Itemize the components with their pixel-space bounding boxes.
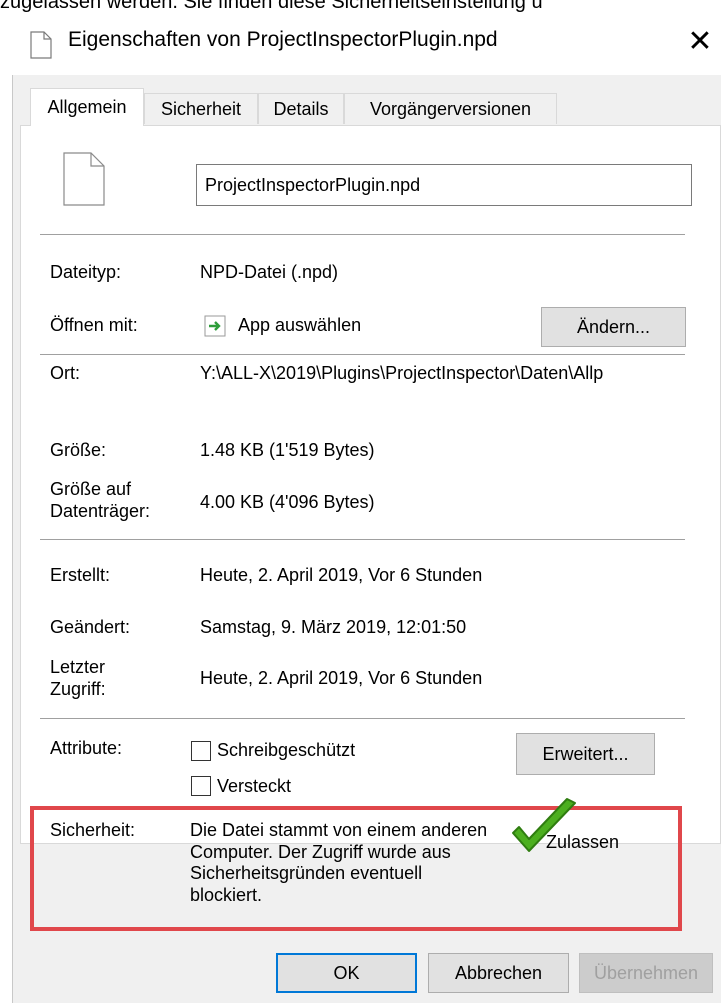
app-select-icon — [204, 315, 226, 337]
size-on-disk-value: 4.00 KB (4'096 Bytes) — [200, 492, 375, 512]
window-title: Eigenschaften von ProjectInspectorPlugin… — [68, 28, 498, 51]
modified-value: Samstag, 9. März 2019, 12:01:50 — [200, 617, 467, 637]
allow-label: Zulassen — [546, 832, 620, 852]
file-icon — [63, 152, 105, 206]
size-label: Größe: — [50, 440, 107, 460]
separator-4 — [40, 718, 685, 719]
tab-details[interactable]: Details — [258, 93, 344, 124]
created-value: Heute, 2. April 2019, Vor 6 Stunden — [200, 565, 483, 585]
hidden-checkbox[interactable] — [191, 776, 211, 796]
separator-2 — [40, 354, 685, 355]
change-button[interactable]: Ändern... — [541, 307, 686, 347]
close-icon[interactable]: ✕ — [682, 22, 718, 62]
readonly-label: Schreibgeschützt — [217, 740, 356, 760]
openwith-label: Öffnen mit: — [50, 315, 138, 335]
tab-sicherheit[interactable]: Sicherheit — [144, 93, 258, 124]
filetype-value: NPD-Datei (.npd) — [200, 262, 339, 282]
size-on-disk-label-line1: Größe auf — [50, 479, 132, 499]
openwith-value: App auswählen — [238, 315, 362, 335]
modified-label: Geändert: — [50, 617, 131, 637]
filename-field[interactable] — [196, 164, 692, 206]
location-label: Ort: — [50, 363, 80, 383]
separator-3 — [40, 539, 685, 540]
accessed-value: Heute, 2. April 2019, Vor 6 Stunden — [200, 668, 483, 688]
ok-button[interactable]: OK — [276, 953, 417, 993]
filetype-label: Dateityp: — [50, 262, 122, 282]
advanced-button[interactable]: Erweitert... — [516, 733, 655, 775]
tab-allgemein[interactable]: Allgemein — [30, 88, 144, 126]
size-on-disk-label: Größe auf Datenträger: — [50, 478, 150, 522]
cancel-button[interactable]: Abbrechen — [428, 953, 569, 993]
accessed-label: Letzter Zugriff: — [50, 656, 106, 700]
tab-strip: Allgemein Sicherheit Details Vorgängerve… — [20, 88, 720, 126]
separator-1 — [40, 234, 685, 235]
security-warning-text: Die Datei stammt von einem anderen Compu… — [190, 820, 488, 905]
background-document-text: zugelassen werden. Sie finden diese Sich… — [0, 0, 543, 13]
readonly-checkbox[interactable] — [191, 741, 211, 761]
accessed-label-line1: Letzter — [50, 657, 106, 677]
size-on-disk-label-line2: Datenträger: — [50, 501, 151, 521]
created-label: Erstellt: — [50, 565, 111, 585]
document-icon — [30, 31, 52, 59]
accessed-label-line2: Zugriff: — [50, 679, 106, 699]
attributes-label: Attribute: — [50, 738, 123, 758]
size-value: 1.48 KB (1'519 Bytes) — [200, 440, 375, 460]
apply-button[interactable]: Übernehmen — [579, 953, 713, 993]
location-value: Y:\ALL-X\2019\Plugins\ProjectInspector\D… — [200, 363, 604, 383]
hidden-label: Versteckt — [217, 776, 292, 796]
security-label: Sicherheit: — [50, 820, 136, 840]
tab-vorgaengerversionen[interactable]: Vorgängerversionen — [344, 93, 557, 124]
